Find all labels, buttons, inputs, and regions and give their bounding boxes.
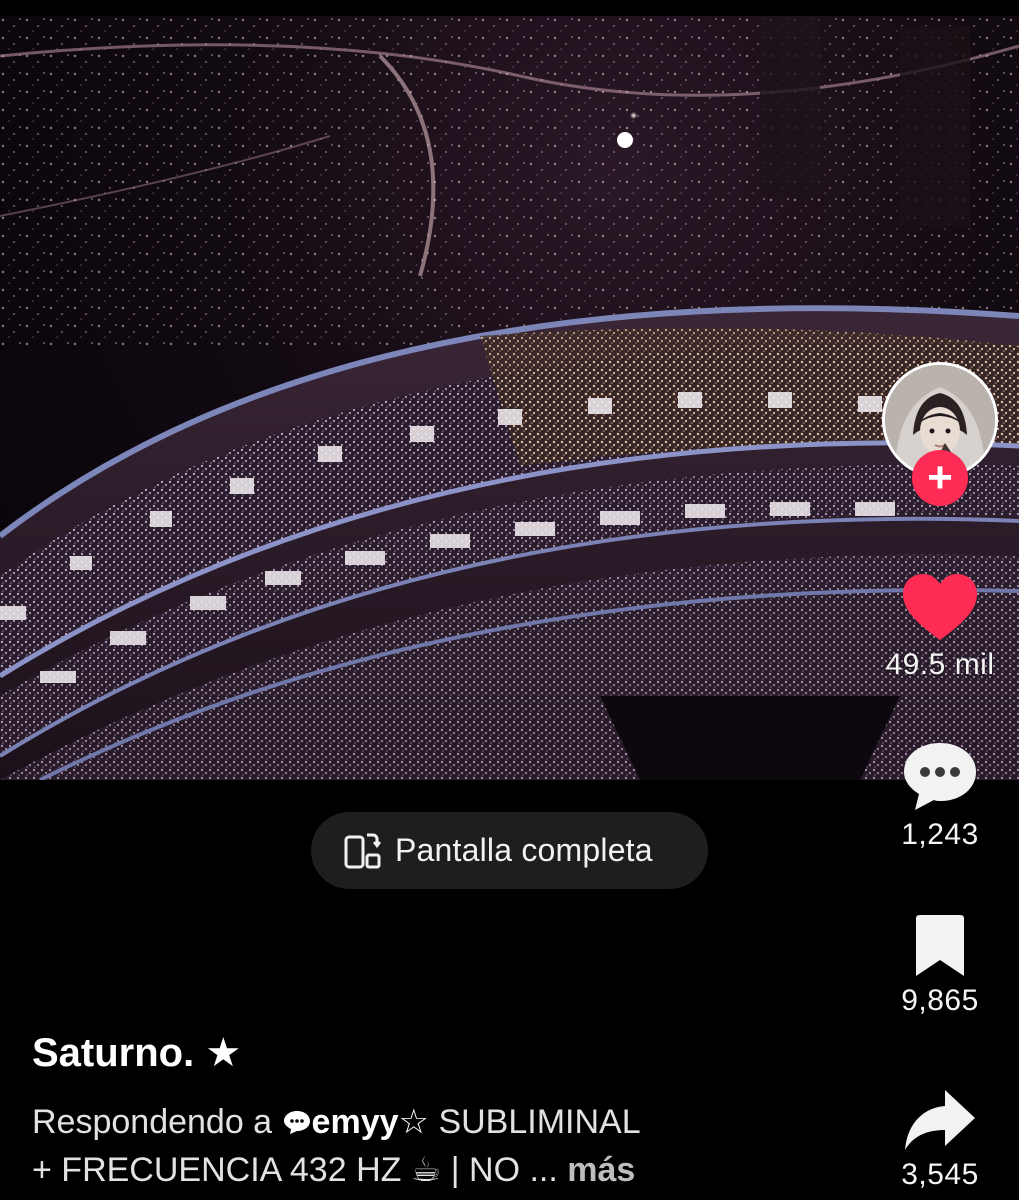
heart-icon <box>903 574 977 640</box>
comment-bubble-icon <box>904 743 976 810</box>
mention-link[interactable]: emyy☆ <box>312 1103 429 1141</box>
bookmark-icon <box>916 915 964 976</box>
follow-button[interactable]: + <box>912 450 968 506</box>
plus-icon: + <box>927 453 953 502</box>
share-arrow-icon <box>905 1090 975 1150</box>
description-line1-rest: SUBLIMINAL <box>438 1103 641 1141</box>
comment-count: 1,243 <box>901 818 979 851</box>
save-count: 9,865 <box>901 984 979 1017</box>
save-button[interactable]: 9,865 <box>870 914 1010 1018</box>
video-title[interactable]: Saturno. ★ <box>32 1030 241 1076</box>
description-line2: + FRECUENCIA 432 HZ ☕ | NO ... <box>32 1151 558 1189</box>
reply-bubble-icon <box>283 1111 310 1134</box>
reply-prefix: Respondendo a <box>32 1103 273 1141</box>
video-description[interactable]: Respondendo a emyy☆ SUBLIMINAL + FRECUEN… <box>32 1098 792 1194</box>
rotate-phone-icon <box>344 833 381 868</box>
fullscreen-label: Pantalla completa <box>395 832 653 868</box>
share-button[interactable]: 3,545 <box>870 1088 1010 1192</box>
creator-avatar-group[interactable]: + <box>882 362 998 506</box>
fullscreen-button[interactable]: Pantalla completa <box>311 812 708 889</box>
video-frame-stadium <box>0 16 1019 780</box>
like-count: 49.5 mil <box>885 648 995 681</box>
like-button[interactable]: 49.5 mil <box>870 572 1010 682</box>
more-link[interactable]: más <box>567 1151 635 1189</box>
video-player[interactable] <box>0 16 1019 780</box>
comment-button[interactable]: 1,243 <box>870 740 1010 852</box>
share-count: 3,545 <box>901 1158 979 1191</box>
